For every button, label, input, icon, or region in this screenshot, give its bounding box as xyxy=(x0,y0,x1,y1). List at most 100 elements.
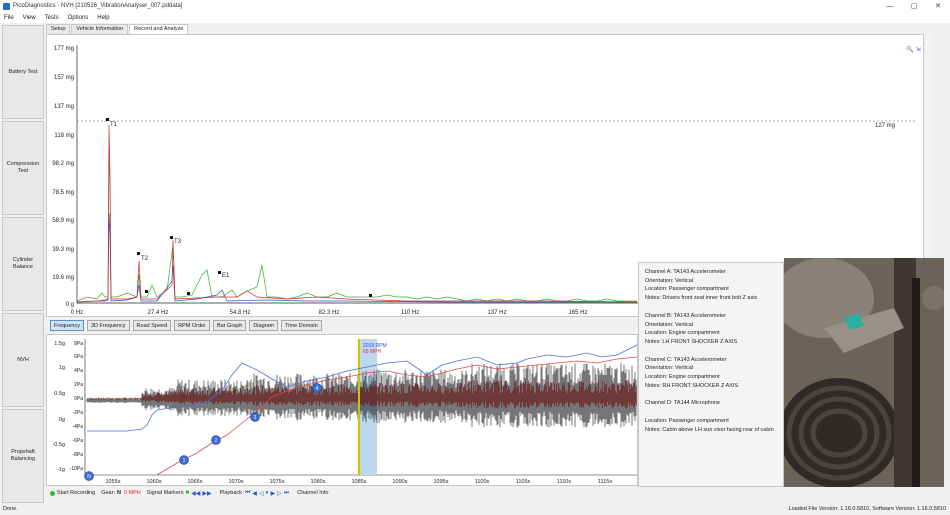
zoom-icon[interactable]: 🔍 xyxy=(906,46,913,53)
tab-setup[interactable]: Setup xyxy=(46,24,71,34)
maximize-button[interactable]: ▢ xyxy=(902,0,926,12)
start-recording-button[interactable]: Start Recording xyxy=(50,490,95,496)
signal-markers: Signal Markers ■ ◀◀ ▶▶ xyxy=(146,490,212,497)
minimize-button[interactable]: — xyxy=(878,0,902,12)
view-button-frequency[interactable]: Frequency xyxy=(50,320,84,331)
time-tick: 1100s xyxy=(475,479,490,485)
time-tick: 1070s xyxy=(229,479,244,485)
right-tick: -8Pa xyxy=(72,452,83,458)
right-tick: 4Pa xyxy=(74,368,83,374)
menu-help[interactable]: Help xyxy=(97,15,109,21)
sidebar-item-cylinder-balance[interactable]: Cylinder Balance xyxy=(2,217,44,311)
status-text: Done. xyxy=(3,506,18,512)
sidebar-item-battery-test[interactable]: Battery Test xyxy=(2,25,44,119)
next-marker-icon[interactable]: ▶▶ xyxy=(202,490,211,497)
left-tick: 1g xyxy=(59,365,65,371)
right-tick: 2Pa xyxy=(74,382,83,388)
marker-t1: T1 xyxy=(110,122,118,128)
x-tick: 82.3 Hz xyxy=(319,310,340,316)
marker-t2: T2 xyxy=(141,256,149,262)
view-button-bar-graph[interactable]: Bar Graph xyxy=(212,320,247,331)
marker-e1: E1 xyxy=(222,273,230,279)
right-tick: 6Pa xyxy=(74,354,83,360)
play-icon[interactable]: ▶ xyxy=(271,490,276,497)
left-tick: 0g xyxy=(59,417,65,423)
play-back-icon[interactable]: ◁ xyxy=(259,490,264,497)
fit-icon[interactable]: ⇲ xyxy=(915,46,920,53)
x-tick: 137 Hz xyxy=(487,310,506,316)
channel-b-info: Channel B: TA143 Accelerometer Orientati… xyxy=(645,312,738,345)
record-icon xyxy=(50,490,55,496)
y-tick: 58.9 mg xyxy=(52,218,74,224)
gear-marker-n: N xyxy=(87,474,91,480)
time-tick: 1110s xyxy=(557,479,571,485)
y-tick: 118 mg xyxy=(54,133,74,139)
sidebar-item-propshaft-balancing[interactable]: Propshaft Balancing xyxy=(2,409,44,503)
playback-bar: Start Recording Gear: N 0 MPH Signal Mar… xyxy=(46,487,636,499)
left-tick: 1.5g xyxy=(54,341,65,347)
menu-tests[interactable]: Tests xyxy=(45,15,59,21)
left-tick: -0.5g xyxy=(52,442,65,448)
playback-controls: Playback ⏮ ◀ ◁ ⏸ ▶ ▷ ⏭ xyxy=(219,489,290,497)
time-domain-chart[interactable]: 1.5g 1g 0.5g 0g -0.5g -1g 8Pa 6Pa 4Pa 2P… xyxy=(47,335,638,486)
window-controls: — ▢ ✕ xyxy=(878,0,950,12)
menu-view[interactable]: View xyxy=(23,15,36,21)
gear-marker-4: 4 xyxy=(316,386,319,392)
time-tick: 1085s xyxy=(352,479,367,485)
cursor-mph: 65 MPH xyxy=(363,349,381,355)
time-tick: 1090s xyxy=(393,479,408,485)
app-icon xyxy=(3,2,10,10)
marker-t3: T3 xyxy=(174,239,182,245)
right-tick: -2Pa xyxy=(72,410,83,416)
channel-info-panel: Channel A: TA143 Accelerometer Orientati… xyxy=(638,262,784,487)
channel-info-button[interactable]: Channel Info xyxy=(297,490,328,496)
window-title: PicoDiagnostics - NVH [210526_VibrationA… xyxy=(13,3,183,9)
time-domain-panel[interactable]: 1.5g 1g 0.5g 0g -0.5g -1g 8Pa 6Pa 4Pa 2P… xyxy=(46,334,638,486)
status-bar: Done. Loaded File Version: 1.16.0.5810, … xyxy=(0,503,950,515)
view-button-rpm-order[interactable]: RPM Order xyxy=(174,320,210,331)
time-tick: 1060s xyxy=(147,479,162,485)
y-tick: 0 g xyxy=(66,302,74,308)
x-tick: 110 Hz xyxy=(401,310,420,316)
add-marker-icon[interactable]: ■ xyxy=(185,490,189,496)
x-tick: 0 Hz xyxy=(71,310,83,316)
skip-end-icon[interactable]: ⏭ xyxy=(284,490,289,497)
right-tick: 0Pa xyxy=(74,396,83,402)
view-button-road-speed[interactable]: Road Speed xyxy=(132,320,172,331)
menu-bar: File View Tests Options Help xyxy=(0,12,950,23)
close-button[interactable]: ✕ xyxy=(926,0,950,12)
sensor-photo xyxy=(784,258,944,487)
time-tick: 1055s xyxy=(106,479,121,485)
tab-strip: Setup Vehicle Information Record and Ana… xyxy=(46,24,189,34)
left-tick: -1g xyxy=(57,467,65,473)
title-bar: PicoDiagnostics - NVH [210526_VibrationA… xyxy=(0,0,950,12)
step-back-icon[interactable]: ◀ xyxy=(252,490,257,497)
time-tick: 1115s xyxy=(598,479,612,485)
trace-channel-b xyxy=(76,124,638,303)
trace-channel-c xyxy=(76,154,637,302)
channel-c-info: Channel C: TA143 Accelerometer Orientati… xyxy=(645,356,739,389)
previous-marker-icon[interactable]: ◀◀ xyxy=(191,490,200,497)
sidebar-item-compression-test[interactable]: Compression Test xyxy=(2,121,44,215)
view-button-diagram[interactable]: Diagram xyxy=(249,320,279,331)
gear-marker-1: 1 xyxy=(183,458,186,464)
y-tick: 157 mg xyxy=(54,75,74,81)
right-tick: -6Pa xyxy=(72,438,83,444)
view-button-time-domain[interactable]: Time Domain xyxy=(281,320,322,331)
tab-vehicle-information[interactable]: Vehicle Information xyxy=(71,24,129,34)
gear-marker-2: 2 xyxy=(215,438,218,444)
pause-icon[interactable]: ⏸ xyxy=(266,490,269,497)
tab-record-and-analyze[interactable]: Record and Analyze xyxy=(129,24,189,34)
menu-file[interactable]: File xyxy=(4,15,14,21)
y-tick: 177 mg xyxy=(54,46,74,52)
skip-start-icon[interactable]: ⏮ xyxy=(245,490,250,497)
right-tick: -4Pa xyxy=(72,424,83,430)
sidebar-item-nvh[interactable]: NVH xyxy=(2,313,44,407)
x-tick: 165 Hz xyxy=(568,310,587,316)
gear-marker-3: 3 xyxy=(254,415,257,421)
channel-a-info: Channel A: TA143 Accelerometer Orientati… xyxy=(645,269,758,302)
view-button-3d-frequency[interactable]: 3D Frequency xyxy=(87,320,130,331)
menu-options[interactable]: Options xyxy=(68,15,89,21)
step-forward-icon[interactable]: ▷ xyxy=(277,490,282,497)
zoom-controls: 🔍 ⇲ xyxy=(906,46,923,53)
